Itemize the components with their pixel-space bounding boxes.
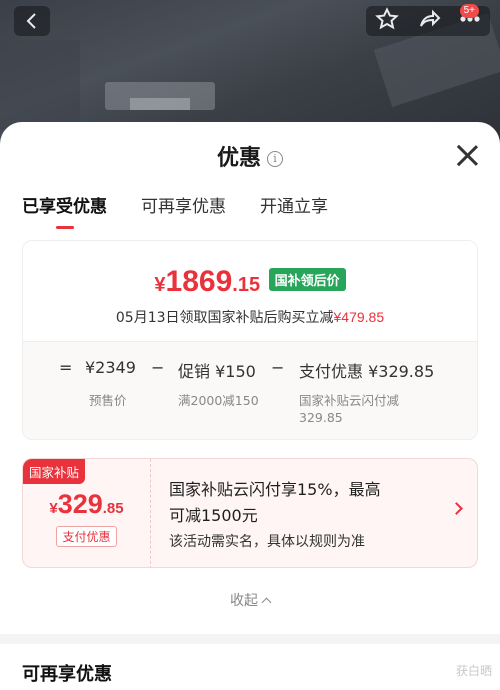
pay-discount-value: 支付优惠 ¥329.85 <box>299 362 435 381</box>
chevron-up-icon <box>261 597 272 608</box>
tab-activate[interactable]: 开通立享 <box>260 192 328 229</box>
price-currency: ¥ <box>154 274 166 296</box>
coupon-amount-decimal: .85 <box>102 500 124 517</box>
notification-badge: 5+ <box>459 4 479 18</box>
final-price: ¥1869.15 国补领后价 <box>23 241 477 299</box>
coupon-amount: ¥329.85 <box>23 489 150 520</box>
coupon-note: 该活动需实名，具体以规则为准 <box>169 534 365 550</box>
favorite-button[interactable] <box>375 7 399 35</box>
minus-sign: − <box>151 358 165 377</box>
watermark: 获白晒 <box>455 664 492 678</box>
equals-sign: = <box>59 358 73 377</box>
discount-tabs: 已享受优惠 可再享优惠 开通立享 <box>22 192 328 229</box>
coupon-line1: 国家补贴云闪付享15%，最高 <box>169 480 381 499</box>
claim-info: 05月13日领取国家补贴后购买立减¥479.85 <box>23 307 477 327</box>
coupon-amount-integer: 329 <box>57 489 103 519</box>
collapse-label: 收起 <box>230 593 258 609</box>
sheet-title: 优惠 <box>216 146 261 171</box>
claim-text: 05月13日领取国家补贴后购买立减 <box>115 310 334 326</box>
section-divider <box>0 634 500 644</box>
pay-discount-label-line2: 329.85 <box>299 410 343 425</box>
pay-discount-label-line1: 国家补贴云闪付减 <box>299 393 400 408</box>
price-decimal: .15 <box>232 274 261 296</box>
coupon-line2: 可减1500元 <box>169 506 258 525</box>
tab-enjoyed[interactable]: 已享受优惠 <box>22 192 107 229</box>
presale-label: 预售价 <box>89 393 127 408</box>
back-icon <box>26 13 36 29</box>
subsidy-price-tag: 国补领后价 <box>268 268 346 291</box>
info-icon[interactable]: i <box>267 151 283 167</box>
subsidy-coupon[interactable]: ¥329.85 支付优惠 国家补贴 国家补贴云闪付享15%，最高 可减1500元… <box>22 458 478 568</box>
promo-value: 促销 ¥150 <box>178 362 256 381</box>
share-button[interactable] <box>417 7 441 35</box>
close-button[interactable] <box>456 144 478 166</box>
coupon-description: 国家补贴云闪付享15%，最高 可减1500元 该活动需实名，具体以规则为准 <box>169 477 439 555</box>
collapse-button[interactable]: 收起 <box>0 590 500 610</box>
share-icon <box>420 9 441 27</box>
minus-sign: − <box>271 358 285 377</box>
more-button[interactable]: 5+ <box>459 4 481 34</box>
top-action-bar: 5+ <box>366 4 490 36</box>
more-discounts-title: 可再享优惠 <box>22 664 112 685</box>
chevron-right-icon[interactable] <box>450 502 463 515</box>
subsidy-flag: 国家补贴 <box>23 459 86 484</box>
pay-discount-tag: 支付优惠 <box>56 526 117 547</box>
tab-more-available[interactable]: 可再享优惠 <box>141 192 226 229</box>
promo-label: 满2000减150 <box>178 393 259 408</box>
price-breakdown-card: ¥1869.15 国补领后价 05月13日领取国家补贴后购买立减¥479.85 … <box>22 240 478 440</box>
presale-value: ¥2349 <box>85 358 136 377</box>
discount-sheet: 优惠 i 已享受优惠 可再享优惠 开通立享 ¥1869.15 国补领后价 05月1… <box>0 122 500 690</box>
back-button[interactable] <box>14 6 50 36</box>
coupon-currency: ¥ <box>49 500 58 517</box>
claim-amount: ¥479.85 <box>333 309 385 325</box>
price-calculation: = ¥2349 − 促销 ¥150 − 支付优惠 ¥329.85 预售价 满20… <box>23 341 477 439</box>
sheet-header: 优惠 i <box>0 140 500 172</box>
price-integer: 1869 <box>165 265 233 298</box>
pay-discount-label: 国家补贴云闪付减 329.85 <box>299 392 399 426</box>
star-icon <box>375 7 399 30</box>
